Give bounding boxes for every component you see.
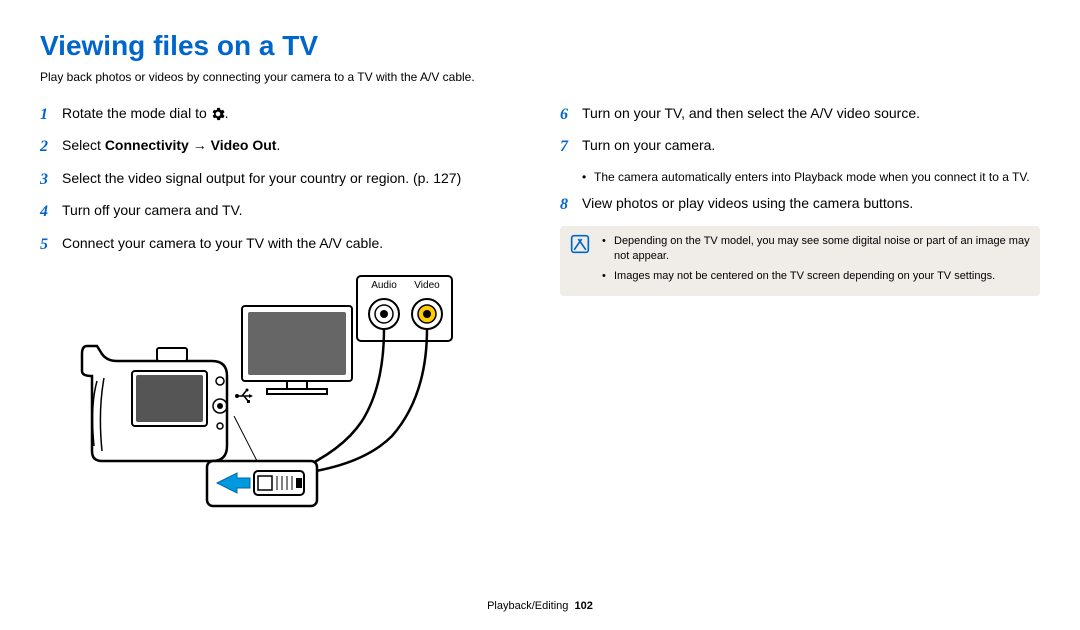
step-8: 8 View photos or play videos using the c… xyxy=(560,194,1040,216)
step-bold-connectivity: Connectivity xyxy=(105,137,189,153)
step-text-after: . xyxy=(225,105,229,121)
step-5: 5 Connect your camera to your TV with th… xyxy=(40,234,520,256)
step-text: Select the video signal output for your … xyxy=(62,169,520,189)
sub-bullet-text: The camera automatically enters into Pla… xyxy=(594,169,1030,186)
step-text-after: . xyxy=(276,137,280,153)
step-3: 3 Select the video signal output for you… xyxy=(40,169,520,191)
camera-icon xyxy=(82,346,253,461)
step-7-sub: • The camera automatically enters into P… xyxy=(582,169,1040,186)
step-number: 5 xyxy=(40,234,62,256)
step-number: 8 xyxy=(560,194,582,216)
step-text: Turn on your camera. xyxy=(582,136,1040,156)
step-text: Turn on your TV, and then select the A/V… xyxy=(582,104,1040,124)
audio-label: Audio xyxy=(371,280,397,291)
step-4: 4 Turn off your camera and TV. xyxy=(40,201,520,223)
step-2: 2 Select Connectivity → Video Out. xyxy=(40,136,520,158)
step-text: Connect your camera to your TV with the … xyxy=(62,234,520,254)
note-bullet-1: • Depending on the TV model, you may see… xyxy=(602,234,1030,265)
gear-icon xyxy=(211,107,225,121)
note-icon xyxy=(570,234,594,259)
bullet-dot-icon: • xyxy=(582,169,594,186)
connection-diagram: Audio Video xyxy=(62,266,520,561)
page-footer: Playback/Editing 102 xyxy=(0,600,1080,612)
page-title: Viewing files on a TV xyxy=(40,30,1040,62)
step-number: 4 xyxy=(40,201,62,223)
content-columns: 1 Rotate the mode dial to . 2 Select Con… xyxy=(40,104,1040,561)
step-text: Rotate the mode dial to . xyxy=(62,104,520,124)
step-text: Turn off your camera and TV. xyxy=(62,201,520,221)
note-content: • Depending on the TV model, you may see… xyxy=(602,234,1030,288)
left-column: 1 Rotate the mode dial to . 2 Select Con… xyxy=(40,104,520,561)
step-text-before: Rotate the mode dial to xyxy=(62,105,211,121)
step-text: Select Connectivity → Video Out. xyxy=(62,136,520,156)
note-text: Images may not be centered on the TV scr… xyxy=(614,269,995,284)
step-number: 2 xyxy=(40,136,62,158)
bullet-dot-icon: • xyxy=(602,269,614,284)
footer-section: Playback/Editing xyxy=(487,600,568,612)
step-number: 7 xyxy=(560,136,582,158)
note-box: • Depending on the TV model, you may see… xyxy=(560,226,1040,296)
step-number: 1 xyxy=(40,104,62,126)
bullet-dot-icon: • xyxy=(602,234,614,265)
arrow-icon: → xyxy=(189,137,211,153)
step-7: 7 Turn on your camera. xyxy=(560,136,1040,158)
note-bullet-2: • Images may not be centered on the TV s… xyxy=(602,269,1030,284)
step-1: 1 Rotate the mode dial to . xyxy=(40,104,520,126)
step-text-before: Select xyxy=(62,137,105,153)
step-number: 6 xyxy=(560,104,582,126)
page-subtitle: Play back photos or videos by connecting… xyxy=(40,70,1040,84)
step-number: 3 xyxy=(40,169,62,191)
step-text: View photos or play videos using the cam… xyxy=(582,194,1040,214)
footer-page-number: 102 xyxy=(575,600,593,612)
note-text: Depending on the TV model, you may see s… xyxy=(614,234,1030,265)
right-column: 6 Turn on your TV, and then select the A… xyxy=(560,104,1040,561)
video-label: Video xyxy=(414,280,440,291)
step-bold-videoout: Video Out xyxy=(211,137,277,153)
step-6: 6 Turn on your TV, and then select the A… xyxy=(560,104,1040,126)
